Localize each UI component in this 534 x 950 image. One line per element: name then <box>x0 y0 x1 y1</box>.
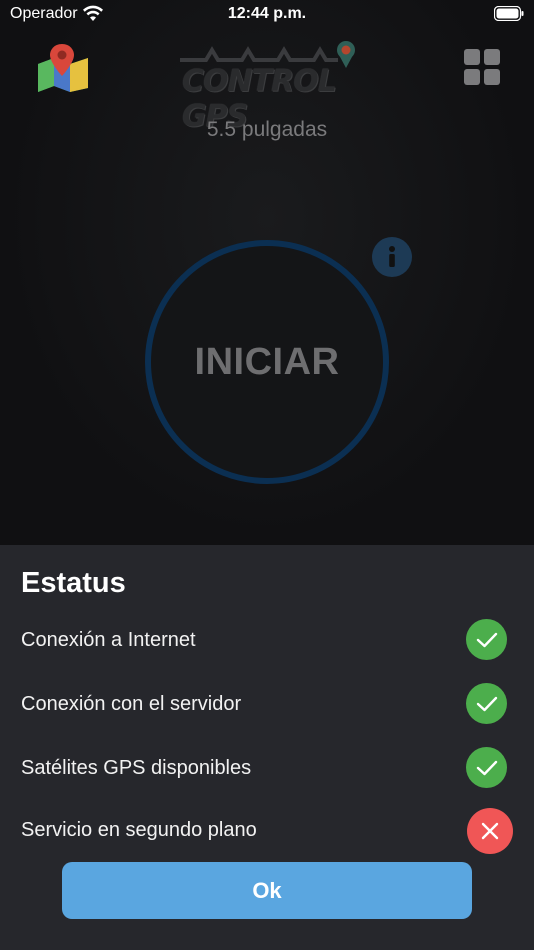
status-row-internet: Conexión a Internet <box>0 617 534 661</box>
check-icon <box>466 683 507 724</box>
screen-size-label: 5.5 pulgadas <box>206 118 328 141</box>
cross-icon <box>467 808 513 854</box>
status-row-background-service: Servicio en segundo plano <box>0 807 534 854</box>
status-label: Conexión a Internet <box>21 629 196 651</box>
status-label: Satélites GPS disponibles <box>21 757 252 779</box>
map-icon[interactable] <box>34 42 92 92</box>
status-bar: Operador 12:44 p.m. <box>0 0 534 30</box>
status-row-server: Conexión con el servidor <box>0 681 534 725</box>
check-icon <box>466 619 507 660</box>
app-logo: CONTROL GPS <box>178 38 368 134</box>
battery-icon <box>494 6 524 21</box>
status-sheet: Estatus Conexión a Internet Conexión con… <box>0 545 534 950</box>
clock: 12:44 p.m. <box>227 5 307 22</box>
info-button[interactable] <box>372 237 412 277</box>
status-row-gps: Satélites GPS disponibles <box>0 745 534 789</box>
status-label: Conexión con el servidor <box>21 693 242 715</box>
sheet-title: Estatus <box>21 567 126 599</box>
start-label: INICIAR <box>194 340 340 383</box>
ok-button[interactable]: Ok <box>62 862 472 919</box>
info-icon <box>389 246 395 267</box>
status-label: Servicio en segundo plano <box>21 819 257 841</box>
start-button[interactable]: INICIAR <box>145 240 389 484</box>
check-icon <box>466 747 507 788</box>
grid-icon[interactable] <box>464 49 500 85</box>
